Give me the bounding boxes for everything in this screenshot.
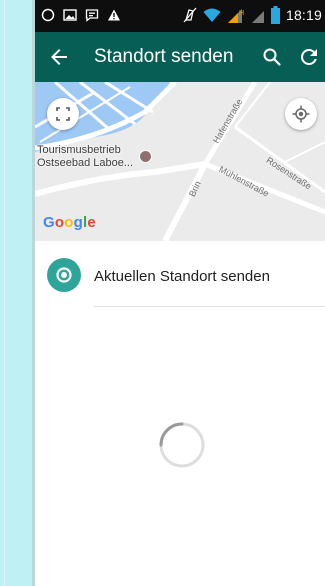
poi-label-line1: Tourismusbetrieb — [37, 144, 121, 156]
wifi-icon — [203, 8, 221, 22]
page-title: Standort senden — [94, 46, 234, 67]
warning-icon — [108, 9, 120, 21]
status-right-icons: H 18:19 — [183, 6, 322, 24]
google-logo-letter: o — [64, 214, 74, 231]
status-bar: H 18:19 — [35, 0, 325, 32]
fullscreen-icon — [56, 107, 70, 121]
map-poi-label[interactable]: Tourismusbetrieb Ostseebad Laboe... — [37, 144, 133, 170]
fullscreen-button[interactable] — [47, 98, 79, 130]
google-logo-letter: G — [43, 214, 55, 231]
my-location-button[interactable] — [285, 98, 317, 130]
google-logo-letter: e — [87, 214, 96, 231]
loading-spinner-icon — [159, 422, 205, 468]
signal-icon: H — [227, 9, 244, 23]
send-current-location-row[interactable]: Aktuellen Standort senden — [35, 241, 325, 307]
frame-line — [4, 0, 5, 586]
phone-screen: H 18:19 Standort senden Tourismusbetrieb… — [35, 0, 325, 586]
left-frame — [0, 0, 35, 586]
message-notification-icon — [85, 9, 99, 22]
send-current-location-label: Aktuellen Standort senden — [94, 268, 270, 285]
arrow-back-icon[interactable] — [47, 45, 71, 69]
svg-text:H: H — [239, 10, 244, 17]
google-logo-letter: o — [54, 214, 65, 231]
status-left-icons — [41, 8, 121, 22]
image-notification-icon — [63, 9, 77, 21]
circle-notification-icon — [41, 8, 55, 22]
divider — [94, 306, 325, 307]
status-time: 18:19 — [285, 7, 322, 23]
refresh-icon[interactable] — [297, 45, 321, 69]
poi-label-line2: Ostseebad Laboe... — [37, 157, 134, 169]
google-logo: Google — [43, 214, 96, 231]
app-bar: Standort senden — [35, 32, 325, 82]
battery-icon — [270, 6, 280, 24]
map-view[interactable]: Tourismusbetrieb Ostseebad Laboe... Hafe… — [35, 82, 325, 241]
my-location-icon — [292, 105, 310, 123]
signal-icon — [251, 11, 264, 23]
poi-marker-icon[interactable] — [139, 150, 152, 163]
location-pin-icon — [47, 258, 81, 292]
google-logo-letter: g — [73, 214, 83, 231]
mute-icon — [183, 7, 197, 23]
search-icon[interactable] — [260, 45, 284, 69]
